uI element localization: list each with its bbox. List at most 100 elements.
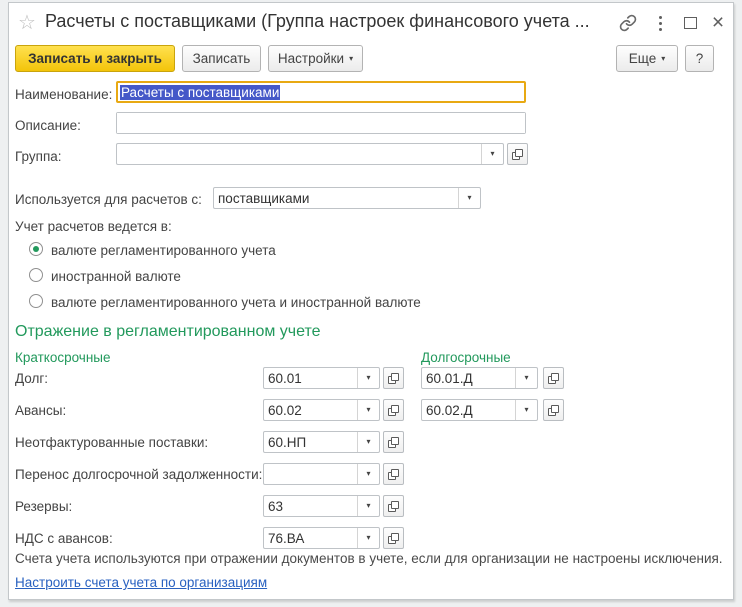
pick-icon: [388, 373, 399, 384]
radio-selected-dot: [33, 246, 39, 252]
dialog-window: ☆ Расчеты с поставщиками (Группа настрое…: [8, 2, 734, 600]
debt-long-pick-button[interactable]: [543, 367, 564, 389]
radio-both-currencies-label[interactable]: валюте регламентированного учета и иност…: [51, 295, 421, 310]
advances-short-pick-button[interactable]: [383, 399, 404, 421]
advances-long-account-input[interactable]: 60.02.Д ▾: [421, 399, 538, 421]
long-term-column-header: Долгосрочные: [421, 350, 511, 365]
footer-note: Счета учета используются при отражении д…: [15, 551, 723, 566]
pick-icon: [388, 405, 399, 416]
account-row-label: Долг:: [15, 371, 48, 386]
account-dropdown-button[interactable]: ▾: [357, 368, 379, 388]
account-value: 60.01: [268, 371, 302, 386]
reserves-pick-button[interactable]: [383, 495, 404, 517]
account-dropdown-button[interactable]: ▾: [357, 496, 379, 516]
used-for-dropdown-button[interactable]: ▾: [458, 188, 480, 208]
radio-foreign-currency-label[interactable]: иностранной валюте: [51, 269, 181, 284]
settings-button-label: Настройки: [278, 51, 344, 66]
group-dropdown-button[interactable]: ▾: [481, 144, 503, 164]
short-term-column-header: Краткосрочные: [15, 350, 111, 365]
dropdown-arrow-icon: ▾: [366, 438, 370, 446]
debt-short-account-input[interactable]: 60.01 ▾: [263, 367, 380, 389]
advances-long-pick-button[interactable]: [543, 399, 564, 421]
window-menu-icon[interactable]: [649, 12, 671, 34]
account-row-label: Перенос долгосрочной задолженности:: [15, 467, 262, 482]
dropdown-arrow-icon: ▾: [366, 534, 370, 542]
dropdown-arrow-icon: ▾: [524, 406, 528, 414]
dropdown-arrow-icon: ▾: [661, 55, 665, 63]
account-value: 63: [268, 499, 283, 514]
pick-icon: [388, 469, 399, 480]
currency-group-label: Учет расчетов ведется в:: [15, 219, 172, 234]
vat-advances-account-input[interactable]: 76.ВА ▾: [263, 527, 380, 549]
radio-regulated-currency[interactable]: [29, 242, 43, 256]
description-label: Описание:: [15, 118, 81, 133]
pick-icon: [512, 149, 523, 160]
help-button[interactable]: ?: [685, 45, 714, 72]
longterm-transfer-pick-button[interactable]: [383, 463, 404, 485]
favorite-star-icon[interactable]: ☆: [18, 10, 36, 35]
account-value: 76.ВА: [268, 531, 304, 546]
section-title: Отражение в регламентированном учете: [15, 323, 321, 341]
name-input[interactable]: Расчеты с поставщиками: [116, 81, 526, 103]
pick-icon: [388, 501, 399, 512]
account-dropdown-button[interactable]: ▾: [357, 464, 379, 484]
account-value: 60.НП: [268, 435, 306, 450]
window-title: Расчеты с поставщиками (Группа настроек …: [45, 11, 590, 32]
maximize-icon[interactable]: [679, 12, 701, 34]
pick-icon: [548, 405, 559, 416]
group-label: Группа:: [15, 149, 62, 164]
dropdown-arrow-icon: ▾: [366, 406, 370, 414]
pick-icon: [388, 533, 399, 544]
account-dropdown-button[interactable]: ▾: [515, 368, 537, 388]
pick-icon: [388, 437, 399, 448]
account-dropdown-button[interactable]: ▾: [515, 400, 537, 420]
uninvoiced-pick-button[interactable]: [383, 431, 404, 453]
pick-icon: [548, 373, 559, 384]
dropdown-arrow-icon: ▾: [366, 470, 370, 478]
name-label: Наименование:: [15, 87, 112, 102]
used-for-label: Используется для расчетов с:: [15, 192, 202, 207]
uninvoiced-account-input[interactable]: 60.НП ▾: [263, 431, 380, 453]
account-dropdown-button[interactable]: ▾: [357, 432, 379, 452]
group-pick-button[interactable]: [507, 143, 528, 165]
account-dropdown-button[interactable]: ▾: [357, 400, 379, 420]
debt-short-pick-button[interactable]: [383, 367, 404, 389]
description-field: [116, 112, 526, 134]
dropdown-arrow-icon: ▾: [366, 374, 370, 382]
account-row-label: Авансы:: [15, 403, 66, 418]
advances-short-account-input[interactable]: 60.02 ▾: [263, 399, 380, 421]
dropdown-arrow-icon: ▾: [366, 502, 370, 510]
debt-long-account-input[interactable]: 60.01.Д ▾: [421, 367, 538, 389]
used-for-select[interactable]: поставщиками ▾: [213, 187, 481, 209]
vat-advances-pick-button[interactable]: [383, 527, 404, 549]
account-row-label: Резервы:: [15, 499, 72, 514]
save-button[interactable]: Записать: [182, 45, 261, 72]
used-for-value: поставщиками: [218, 191, 309, 206]
dropdown-arrow-icon: ▾: [524, 374, 528, 382]
close-icon[interactable]: ×: [707, 12, 729, 34]
account-dropdown-button[interactable]: ▾: [357, 528, 379, 548]
more-button-label: Еще: [629, 51, 656, 66]
copy-link-icon[interactable]: [617, 12, 639, 34]
more-button[interactable]: Еще ▾: [616, 45, 678, 72]
name-input-selected-text: Расчеты с поставщиками: [120, 85, 280, 100]
account-value: 60.01.Д: [426, 371, 473, 386]
settings-button[interactable]: Настройки ▾: [268, 45, 363, 72]
account-value: 60.02.Д: [426, 403, 473, 418]
group-input[interactable]: ▾: [116, 143, 504, 165]
dropdown-arrow-icon: ▾: [490, 150, 494, 158]
dropdown-arrow-icon: ▾: [349, 55, 353, 63]
description-input[interactable]: [117, 113, 525, 133]
radio-both-currencies[interactable]: [29, 294, 43, 308]
account-row-label: Неотфактурованные поставки:: [15, 435, 208, 450]
radio-regulated-currency-label[interactable]: валюте регламентированного учета: [51, 243, 276, 258]
dropdown-arrow-icon: ▾: [467, 194, 471, 202]
configure-accounts-link[interactable]: Настроить счета учета по организациям: [15, 575, 267, 590]
account-row-label: НДС с авансов:: [15, 531, 113, 546]
reserves-account-input[interactable]: 63 ▾: [263, 495, 380, 517]
titlebar: ☆ Расчеты с поставщиками (Группа настрое…: [9, 3, 733, 41]
account-value: 60.02: [268, 403, 302, 418]
save-and-close-button[interactable]: Записать и закрыть: [15, 45, 175, 72]
longterm-transfer-account-input[interactable]: ▾: [263, 463, 380, 485]
radio-foreign-currency[interactable]: [29, 268, 43, 282]
